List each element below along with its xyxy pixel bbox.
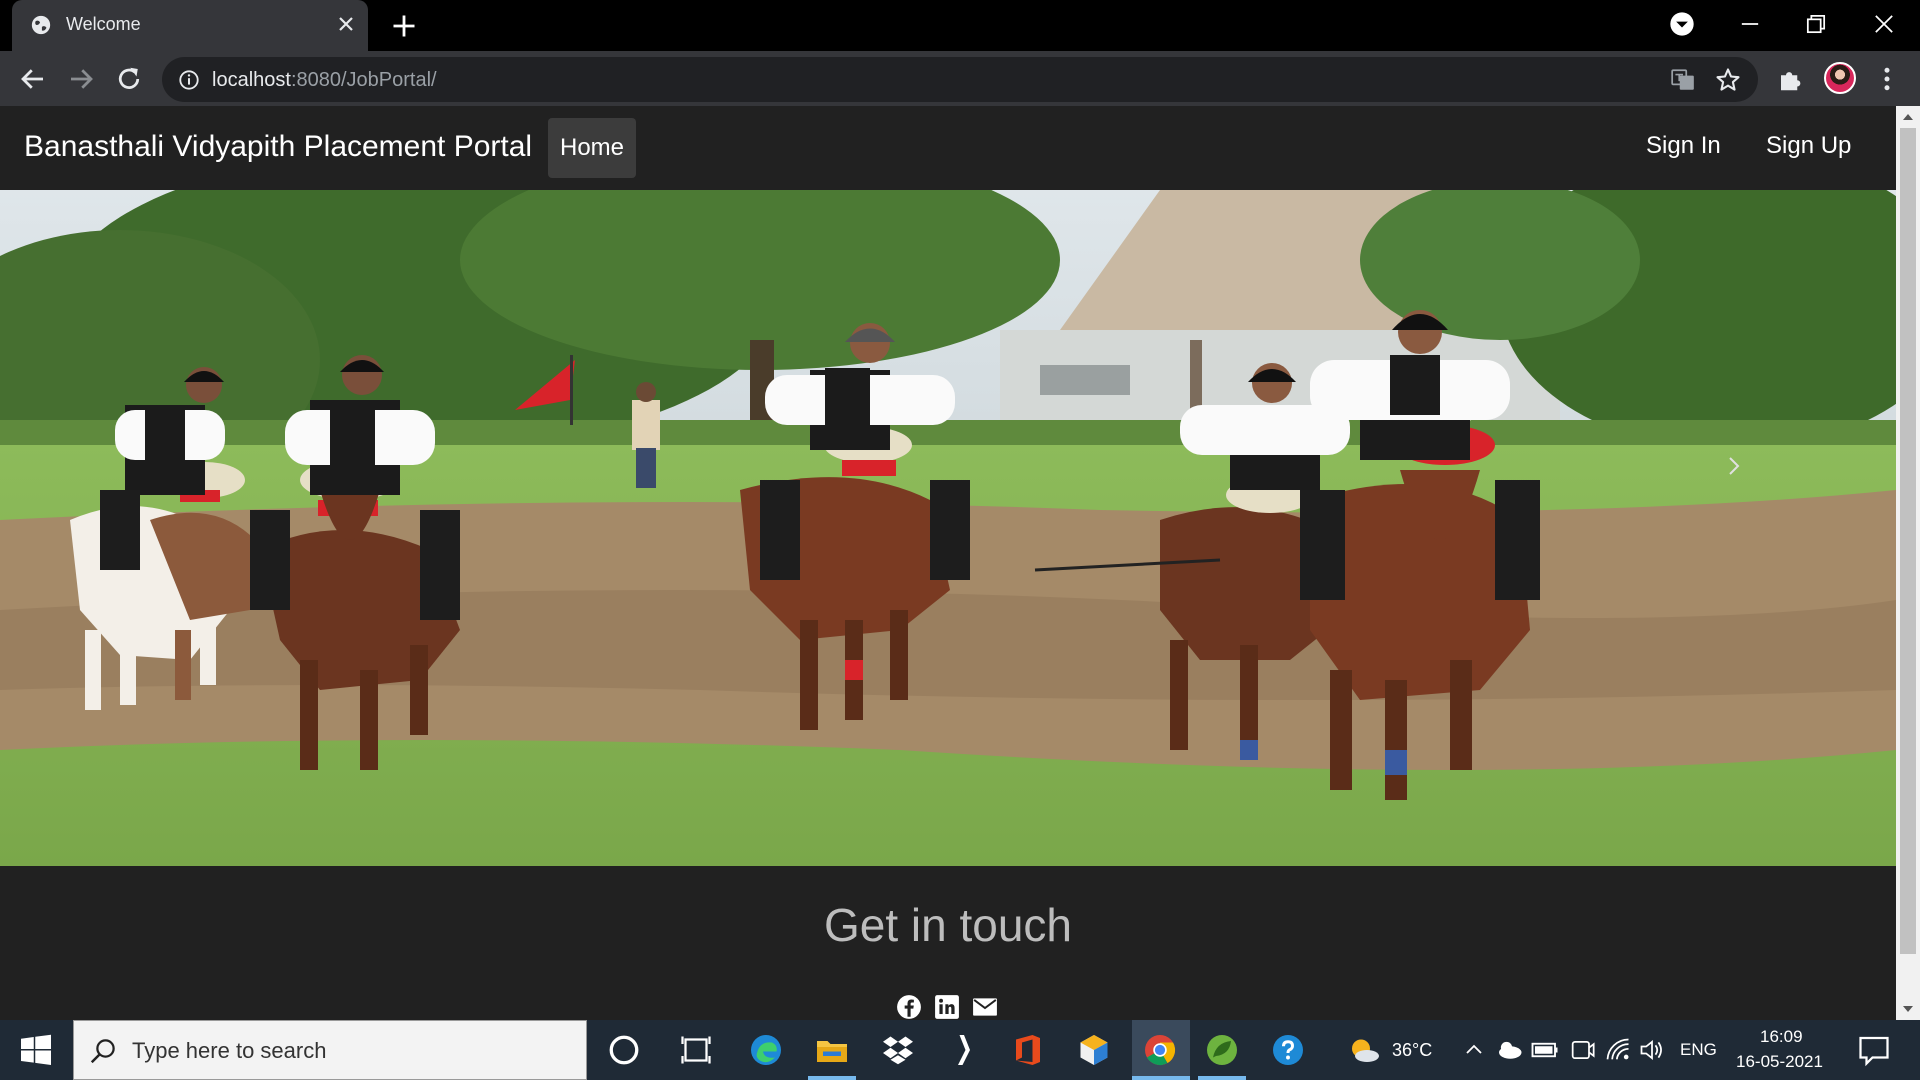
site-info-icon[interactable] (178, 69, 200, 91)
edge-browser-icon[interactable] (748, 1032, 784, 1068)
cube-app-icon[interactable] (1076, 1032, 1112, 1068)
onedrive-icon[interactable] (1494, 1032, 1524, 1068)
site-navbar: Banasthali Vidyapith Placement Portal Ho… (0, 106, 1896, 190)
dropbox-icon[interactable] (880, 1032, 916, 1068)
site-brand[interactable]: Banasthali Vidyapith Placement Portal (24, 130, 532, 164)
globe-icon (31, 15, 51, 35)
minimize-icon[interactable] (1736, 10, 1764, 38)
chrome-running-indicator (1132, 1076, 1190, 1080)
forward-arrow-icon[interactable] (66, 64, 96, 94)
back-arrow-icon[interactable] (18, 64, 48, 94)
tab-title: Welcome (66, 14, 141, 34)
action-center-notification-icon[interactable] (1856, 1032, 1892, 1068)
wifi-icon[interactable] (1604, 1032, 1632, 1068)
mail-icon[interactable] (972, 994, 998, 1020)
spring-running-indicator (1198, 1076, 1246, 1080)
restore-icon[interactable] (1802, 10, 1830, 38)
scrollbar-thumb[interactable] (1900, 128, 1916, 954)
hero-carousel (0, 190, 1896, 866)
nav-sign-in-link[interactable]: Sign In (1646, 132, 1721, 160)
tab-search-icon[interactable] (1668, 10, 1696, 38)
scroll-down-icon[interactable] (1902, 1004, 1914, 1014)
search-icon (90, 1039, 115, 1064)
task-view-icon[interactable] (678, 1032, 714, 1068)
page-viewport: Banasthali Vidyapith Placement Portal Ho… (0, 106, 1920, 1020)
windows-taskbar: Type here to search 36°C ENG 16:09 16-05… (0, 1020, 1920, 1080)
clock-time[interactable]: 16:09 (1760, 1027, 1803, 1047)
explorer-running-indicator (808, 1076, 856, 1080)
bookmark-star-icon[interactable] (1714, 66, 1742, 94)
translate-icon[interactable] (1670, 67, 1696, 93)
linkedin-icon[interactable] (934, 994, 960, 1020)
browser-tab-bar: Welcome (0, 0, 1920, 51)
cortana-icon[interactable] (606, 1032, 642, 1068)
weather-temperature[interactable]: 36°C (1392, 1040, 1432, 1061)
show-hidden-icons-chevron[interactable] (1462, 1032, 1486, 1068)
scroll-up-icon[interactable] (1902, 112, 1914, 122)
office-icon[interactable] (1010, 1032, 1046, 1068)
chrome-icon[interactable] (1142, 1032, 1178, 1068)
clock-date[interactable]: 16-05-2021 (1736, 1052, 1823, 1072)
browser-toolbar: localhost:8080/JobPortal/ (0, 51, 1920, 106)
get-in-touch-heading: Get in touch (823, 899, 1073, 951)
battery-icon[interactable] (1530, 1032, 1560, 1068)
page-scrollbar[interactable] (1896, 106, 1920, 1020)
spring-tool-suite-icon[interactable] (1204, 1032, 1240, 1068)
close-window-icon[interactable] (1870, 10, 1898, 38)
chrome-menu-icon[interactable] (1872, 64, 1902, 94)
site-footer: Get in touch (0, 866, 1896, 1020)
nav-sign-up-link[interactable]: Sign Up (1766, 132, 1851, 160)
windows-start-icon[interactable] (18, 1032, 54, 1068)
address-url[interactable]: localhost:8080/JobPortal/ (212, 69, 437, 92)
profile-avatar[interactable] (1824, 62, 1856, 94)
taskbar-search-box[interactable]: Type here to search (73, 1020, 587, 1080)
extensions-puzzle-icon[interactable] (1776, 64, 1806, 94)
reload-icon[interactable] (114, 64, 144, 94)
meet-now-icon[interactable] (1568, 1032, 1596, 1068)
weather-sun-cloud-icon[interactable] (1346, 1032, 1382, 1068)
input-language[interactable]: ENG (1680, 1040, 1717, 1060)
volume-icon[interactable] (1638, 1032, 1666, 1068)
visual-studio-code-icon[interactable] (946, 1032, 982, 1068)
help-icon[interactable] (1270, 1032, 1306, 1068)
new-tab-icon[interactable] (390, 12, 418, 40)
file-explorer-icon[interactable] (814, 1032, 850, 1068)
nav-home-link[interactable]: Home (548, 118, 636, 178)
facebook-icon[interactable] (896, 994, 922, 1020)
hero-horse-riding-image (0, 190, 1896, 866)
address-bar[interactable]: localhost:8080/JobPortal/ (162, 57, 1758, 102)
search-placeholder: Type here to search (132, 1038, 327, 1063)
tab-close-icon[interactable] (334, 12, 358, 36)
browser-tab-welcome[interactable]: Welcome (12, 0, 368, 51)
